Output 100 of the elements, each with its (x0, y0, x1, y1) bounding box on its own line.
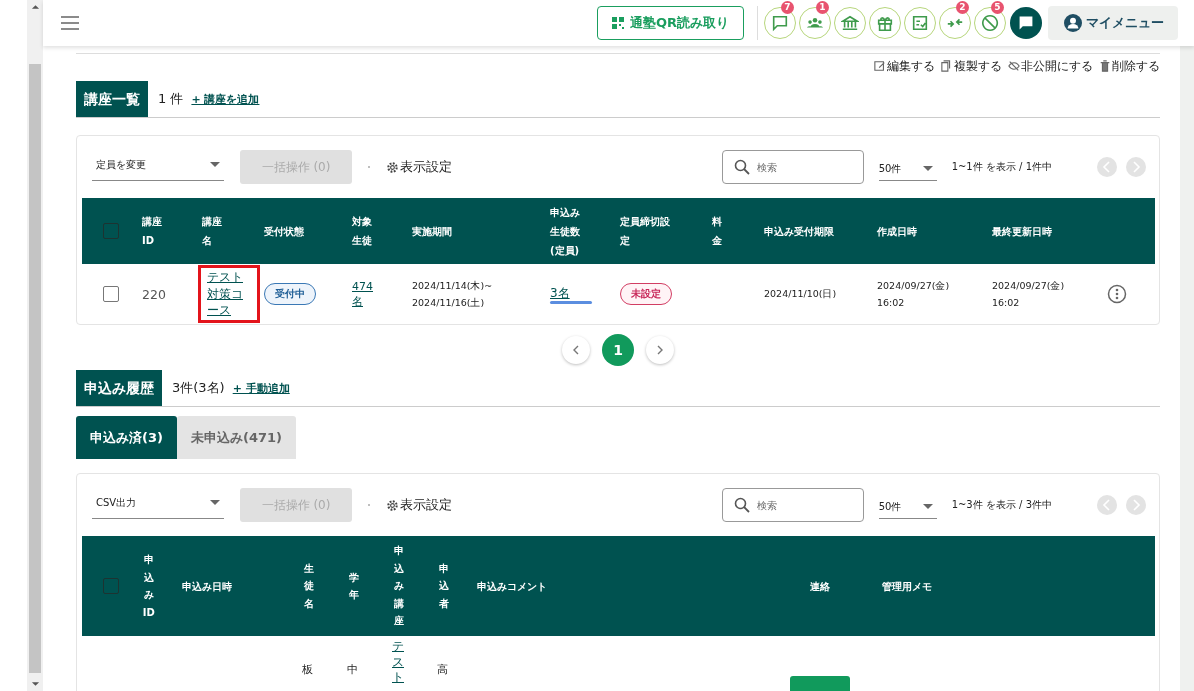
scrollbar-thumb[interactable] (29, 64, 41, 673)
column-header: 申込み生徒数(定員) (550, 205, 581, 258)
table-cell: 2024/09/27(金) 16:02 (877, 279, 950, 308)
checklist-button[interactable] (904, 7, 936, 39)
student-count-link[interactable]: 474名 (352, 278, 374, 310)
column-header: 連絡 (810, 579, 830, 594)
copy-button[interactable]: 複製する (941, 56, 1002, 76)
table-cell: 板 (302, 664, 313, 677)
tab[interactable]: 申込み済(3) (76, 416, 177, 459)
delete-icon (1099, 60, 1111, 72)
count-badge: 1 (816, 1, 829, 14)
column-header: 申込みコメント (477, 579, 547, 594)
column-header: 生徒名 (302, 561, 315, 611)
column-header: 定員締切設定 (620, 215, 671, 248)
scrollbar[interactable] (27, 0, 43, 691)
search-icon (733, 497, 750, 513)
column-header: 料金 (712, 215, 722, 248)
edit-icon (874, 60, 886, 72)
underline-bar (550, 300, 592, 304)
menu-icon[interactable] (61, 16, 79, 30)
blocked-icon (981, 14, 999, 32)
column-header: 管理用メモ (882, 579, 932, 594)
checklist-icon (911, 14, 929, 32)
column-header: 講座ID (142, 215, 163, 248)
display-settings-button[interactable]: 表示設定 (386, 158, 452, 176)
edit-button[interactable]: 編集する (874, 56, 935, 76)
next-page-button[interactable] (646, 336, 674, 364)
range-text: 1~3件 を表示 / 3件中 (951, 498, 1052, 512)
column-header: 申込み講座 (392, 544, 405, 629)
per-page-select[interactable]: 50件 (878, 491, 937, 519)
count-badge: 2 (956, 1, 969, 14)
item-count: 1 件 (158, 90, 184, 108)
status-badge: 未設定 (620, 283, 672, 305)
course-name-link[interactable]: テスト対策コース (207, 269, 245, 319)
gift-button[interactable] (869, 7, 901, 39)
count-badge: 5 (991, 1, 1004, 14)
delete-button[interactable]: 削除する (1099, 56, 1160, 76)
select-all-checkbox[interactable] (103, 223, 119, 239)
count-badge: 7 (781, 1, 794, 14)
qr-code-icon (611, 17, 624, 29)
column-header: 講座名 (202, 215, 222, 248)
settings-icon (386, 498, 399, 512)
table-cell: 2024/09/27(金) 16:02 (992, 279, 1065, 308)
page-button[interactable]: 1 (602, 334, 634, 366)
chat-button[interactable] (1010, 7, 1042, 39)
course-link[interactable]: テスト (392, 639, 404, 686)
column-header: 申込み日時 (182, 579, 232, 594)
display-settings-button[interactable]: 表示設定 (386, 496, 452, 514)
chat-icon (771, 14, 789, 32)
column-header: 学年 (347, 570, 360, 602)
bank-button[interactable] (834, 7, 866, 39)
my-menu-button[interactable]: マイメニュー (1048, 6, 1178, 40)
more-options-icon[interactable] (1107, 284, 1127, 304)
tab[interactable]: 未申込み(471) (176, 416, 296, 459)
table-cell: 中 (347, 664, 358, 677)
applicant-count-link[interactable]: 3名 (550, 285, 570, 300)
column-header: 申込み受付期限 (764, 224, 834, 239)
chevron-right-icon (655, 345, 665, 355)
item-count: 3件(3名) (172, 379, 225, 397)
row-checkbox[interactable] (103, 286, 119, 302)
column-header: 最終更新日時 (992, 224, 1052, 239)
copy-icon (941, 60, 953, 72)
range-text: 1~1件 を表示 / 1件中 (951, 160, 1052, 174)
caret-icon (210, 162, 220, 167)
status-badge: 受付中 (264, 283, 316, 305)
section-title: 申込み履歴 (76, 370, 162, 406)
column-header: 申込みID (142, 553, 156, 620)
select-field[interactable]: CSV出力 (92, 491, 224, 519)
search-field[interactable]: 検索 (721, 150, 864, 184)
caret-icon (210, 500, 220, 505)
table-cell: 2024/11/14(木)~ 2024/11/16(土) (412, 279, 493, 308)
search-icon (733, 159, 750, 175)
hide-icon (1008, 60, 1020, 72)
column-header: 受付状態 (264, 224, 304, 239)
caret-icon (922, 504, 933, 509)
section-title: 講座一覧 (76, 81, 148, 117)
column-header: 作成日時 (877, 224, 917, 239)
caret-icon (922, 166, 933, 171)
chevron-left-icon (571, 345, 581, 355)
chat-icon (1018, 15, 1034, 31)
table-cell: 220 (140, 264, 200, 324)
settings-icon (386, 160, 399, 174)
user-icon (1064, 14, 1082, 32)
gift-icon (876, 14, 894, 32)
per-page-select[interactable]: 50件 (878, 153, 937, 181)
table-cell: 高 (437, 664, 448, 677)
bank-icon (841, 14, 859, 32)
hide-button[interactable]: 非公開にする (1008, 56, 1093, 76)
previous-page-button[interactable] (562, 336, 590, 364)
column-header: 申込者 (437, 561, 450, 611)
select-field[interactable]: 定員を変更 (92, 153, 224, 181)
scroll-up-icon[interactable] (30, 4, 40, 10)
add-course-link[interactable]: + 講座を追加 (191, 91, 260, 107)
scroll-down-icon[interactable] (30, 681, 40, 687)
column-header: 実施期間 (412, 224, 452, 239)
manual-add-link[interactable]: + 手動追加 (232, 380, 290, 396)
select-all-checkbox[interactable] (103, 578, 119, 594)
search-field[interactable]: 検索 (721, 488, 864, 522)
table-cell: 2024/11/10(日) (764, 288, 837, 300)
column-header: 対象生徒 (352, 215, 372, 248)
